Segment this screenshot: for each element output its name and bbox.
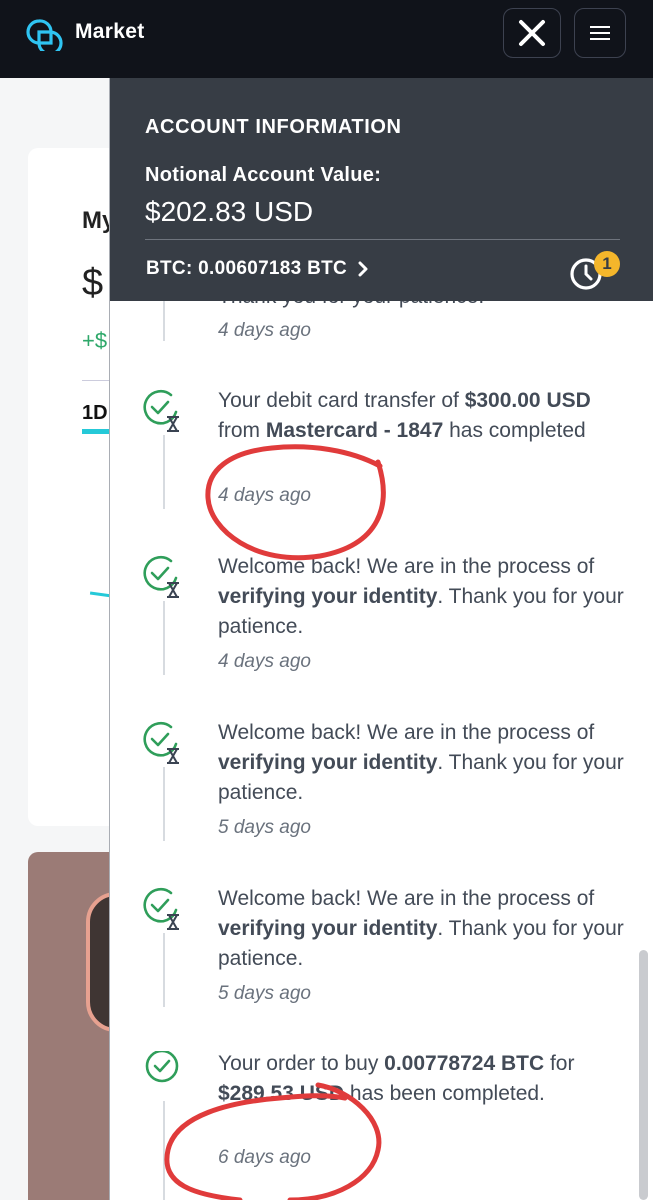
notification-time: 4 days ago bbox=[218, 320, 311, 341]
range-tab-1d[interactable]: 1D bbox=[82, 402, 108, 425]
feed-scrollbar[interactable] bbox=[639, 950, 648, 1200]
notification-time: 6 days ago bbox=[218, 1147, 311, 1168]
notification-feed: Thank you for your patience. 4 days ago … bbox=[110, 301, 653, 1200]
notification-text: Your debit card transfer of $300.00 USD … bbox=[218, 389, 591, 442]
top-bar: Market bbox=[0, 0, 653, 78]
timeline-line bbox=[163, 435, 165, 509]
timeline-line bbox=[163, 1101, 165, 1200]
pending-check-icon bbox=[143, 390, 179, 432]
gemini-logo-icon[interactable] bbox=[26, 19, 64, 51]
portfolio-divider bbox=[82, 380, 112, 381]
close-button[interactable] bbox=[503, 8, 561, 58]
promo-image bbox=[28, 852, 118, 1200]
range-tab-underline bbox=[82, 429, 112, 434]
notification-time: 5 days ago bbox=[218, 817, 311, 838]
notification-count-badge: 1 bbox=[594, 251, 620, 277]
account-info-panel: ACCOUNT INFORMATION Notional Account Val… bbox=[110, 78, 653, 301]
timeline-line bbox=[163, 767, 165, 841]
brand-name[interactable]: Market bbox=[75, 20, 145, 44]
notional-value: $202.83 USD bbox=[145, 196, 314, 227]
portfolio-value: $ bbox=[82, 262, 104, 304]
notification-time: 5 days ago bbox=[218, 983, 311, 1004]
timeline-line bbox=[163, 301, 165, 341]
hamburger-menu-icon bbox=[590, 26, 610, 40]
pending-check-icon bbox=[143, 722, 179, 764]
notification-text: Welcome back! We are in the process of v… bbox=[218, 555, 624, 638]
account-info-heading: ACCOUNT INFORMATION bbox=[145, 116, 402, 138]
chevron-right-icon bbox=[358, 261, 368, 277]
notification-text: Your order to buy 0.00778724 BTC for $28… bbox=[218, 1052, 575, 1105]
notification-text: Welcome back! We are in the process of v… bbox=[218, 887, 624, 970]
btc-balance-link[interactable]: BTC: 0.00607183 BTC bbox=[146, 257, 369, 281]
notification-time: 4 days ago bbox=[218, 485, 311, 506]
portfolio-change: +$ bbox=[82, 328, 108, 353]
btc-balance: BTC: 0.00607183 BTC bbox=[146, 258, 348, 279]
timeline-line bbox=[163, 601, 165, 675]
timeline-line bbox=[163, 933, 165, 1007]
close-icon bbox=[519, 20, 545, 46]
completed-check-icon bbox=[145, 1051, 179, 1083]
pending-check-icon bbox=[143, 556, 179, 598]
notification-time: 4 days ago bbox=[218, 651, 311, 672]
pending-check-icon bbox=[143, 888, 179, 930]
notional-value-label: Notional Account Value: bbox=[145, 164, 382, 186]
notification-text: Thank you for your patience. bbox=[218, 301, 484, 309]
account-divider bbox=[145, 239, 620, 240]
menu-button[interactable] bbox=[574, 8, 626, 58]
notification-text: Welcome back! We are in the process of v… bbox=[218, 721, 624, 804]
